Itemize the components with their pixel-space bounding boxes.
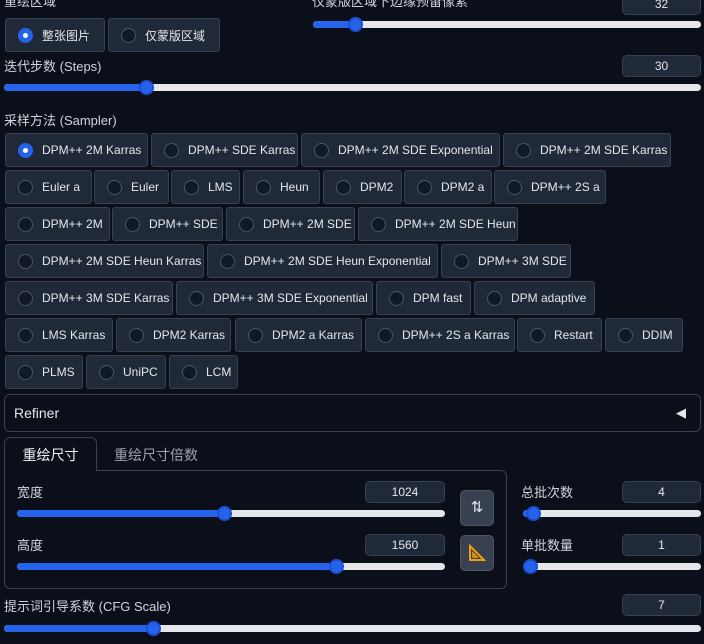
- radio-dot: [125, 216, 140, 232]
- sampler-option[interactable]: DPM2 Karras: [116, 318, 231, 352]
- sampler-option[interactable]: DPM2 a: [404, 170, 492, 204]
- width-input[interactable]: 1024: [365, 481, 445, 503]
- radio-dot: [99, 364, 114, 380]
- cfg-slider[interactable]: [4, 618, 701, 640]
- collapse-caret-icon: ◀: [676, 405, 686, 420]
- sampler-option[interactable]: DPM++ SDE Karras: [151, 133, 298, 167]
- radio-dot: [530, 327, 545, 343]
- sampler-option[interactable]: PLMS: [5, 355, 83, 389]
- height-slider[interactable]: [17, 556, 445, 578]
- sampler-option[interactable]: LMS Karras: [5, 318, 113, 352]
- batch-count-slider[interactable]: [523, 503, 701, 525]
- area-option-mask[interactable]: 仅蒙版区域: [108, 18, 220, 52]
- padding-input[interactable]: 32: [622, 0, 701, 15]
- sampler-option[interactable]: DPM++ 2M SDE Heun: [358, 207, 518, 241]
- aspect-ratio-icon[interactable]: [460, 535, 494, 571]
- radio-dot: [314, 142, 329, 158]
- steps-slider[interactable]: [4, 77, 701, 99]
- radio-dot: [182, 364, 197, 380]
- refiner-label: Refiner: [14, 405, 60, 421]
- sampler-option[interactable]: Heun: [243, 170, 320, 204]
- sampler-option[interactable]: DPM++ 3M SDE Karras: [5, 281, 173, 315]
- sampler-option[interactable]: DPM++ 2M SDE: [226, 207, 355, 241]
- padding-slider[interactable]: [313, 14, 701, 36]
- radio-dot: [18, 179, 33, 195]
- sampler-option[interactable]: Euler: [94, 170, 169, 204]
- sampler-option[interactable]: DPM2: [323, 170, 402, 204]
- sampler-option[interactable]: DPM++ SDE: [112, 207, 223, 241]
- sampler-option[interactable]: DPM adaptive: [474, 281, 595, 315]
- radio-dot: [378, 327, 393, 343]
- radio-dot: [239, 216, 254, 232]
- height-label: 高度: [17, 538, 44, 553]
- radio-dot: [389, 290, 404, 306]
- height-input[interactable]: 1560: [365, 534, 445, 556]
- sampler-option[interactable]: Restart: [517, 318, 602, 352]
- radio-dot: [18, 142, 33, 158]
- batch-count-label: 总批次数: [521, 485, 574, 500]
- radio-dot: [18, 290, 33, 306]
- sampler-option[interactable]: DPM fast: [376, 281, 471, 315]
- steps-input[interactable]: 30: [622, 55, 701, 77]
- radio-dot: [371, 216, 386, 232]
- tab-resize-by[interactable]: 重绘尺寸倍数: [114, 445, 198, 465]
- radio-dot: [618, 327, 633, 343]
- radio-dot: [18, 364, 33, 380]
- sampler-label: 采样方法 (Sampler): [4, 113, 117, 128]
- radio-dot: [454, 253, 469, 269]
- triangle-ruler-icon: [469, 543, 487, 561]
- batch-size-input[interactable]: 1: [622, 534, 701, 556]
- sampler-option[interactable]: UniPC: [86, 355, 166, 389]
- area-option-whole[interactable]: 整张图片: [5, 18, 105, 52]
- radio-dot: [220, 253, 235, 269]
- radio-dot: [18, 216, 33, 232]
- radio-dot: [248, 327, 263, 343]
- radio-dot: [516, 142, 531, 158]
- batch-size-slider[interactable]: [523, 556, 701, 578]
- radio-dot: [417, 179, 432, 195]
- radio-dot: [18, 253, 33, 269]
- refiner-accordion[interactable]: Refiner ◀: [4, 394, 701, 432]
- sampler-option[interactable]: DPM++ 3M SDE Exponential: [176, 281, 373, 315]
- radio-dot: [129, 327, 144, 343]
- sampler-option[interactable]: DPM++ 2S a: [494, 170, 606, 204]
- radio-dot: [107, 179, 122, 195]
- radio-dot: [18, 27, 33, 43]
- sampler-option[interactable]: DPM++ 2M SDE Exponential: [301, 133, 500, 167]
- sampler-option[interactable]: DPM++ 2M: [5, 207, 110, 241]
- sampler-option[interactable]: DDIM: [605, 318, 683, 352]
- batch-count-input[interactable]: 4: [622, 481, 701, 503]
- width-slider[interactable]: [17, 503, 445, 525]
- radio-dot: [121, 27, 136, 43]
- padding-label: 仅蒙版区域下边缘预留像素: [312, 0, 469, 9]
- sampler-option[interactable]: DPM++ 2M SDE Heun Exponential: [207, 244, 438, 278]
- radio-dot: [184, 179, 199, 195]
- radio-dot: [487, 290, 502, 306]
- cfg-label: 提示词引导系数 (CFG Scale): [4, 599, 171, 614]
- sampler-option[interactable]: Euler a: [5, 170, 92, 204]
- sampler-option[interactable]: DPM++ 3M SDE: [441, 244, 571, 278]
- sampler-option[interactable]: DPM++ 2M Karras: [5, 133, 148, 167]
- radio-dot: [18, 327, 33, 343]
- radio-dot: [256, 179, 271, 195]
- tab-resize-to[interactable]: 重绘尺寸: [4, 437, 97, 471]
- area-label: 重绘区域: [4, 0, 57, 9]
- radio-dot: [164, 142, 179, 158]
- width-label: 宽度: [17, 485, 44, 500]
- sampler-option[interactable]: DPM++ 2M SDE Heun Karras: [5, 244, 204, 278]
- radio-dot: [336, 179, 351, 195]
- sampler-option[interactable]: DPM++ 2S a Karras: [365, 318, 515, 352]
- steps-label: 迭代步数 (Steps): [4, 59, 102, 74]
- cfg-input[interactable]: 7: [622, 594, 701, 616]
- sampler-option[interactable]: LMS: [171, 170, 240, 204]
- radio-dot: [507, 179, 522, 195]
- sampler-option[interactable]: DPM++ 2M SDE Karras: [503, 133, 671, 167]
- sampler-option[interactable]: LCM: [169, 355, 238, 389]
- batch-size-label: 单批数量: [521, 538, 574, 553]
- swap-dimensions-icon[interactable]: ⇅: [460, 490, 494, 526]
- radio-dot: [189, 290, 204, 306]
- sampler-option[interactable]: DPM2 a Karras: [235, 318, 362, 352]
